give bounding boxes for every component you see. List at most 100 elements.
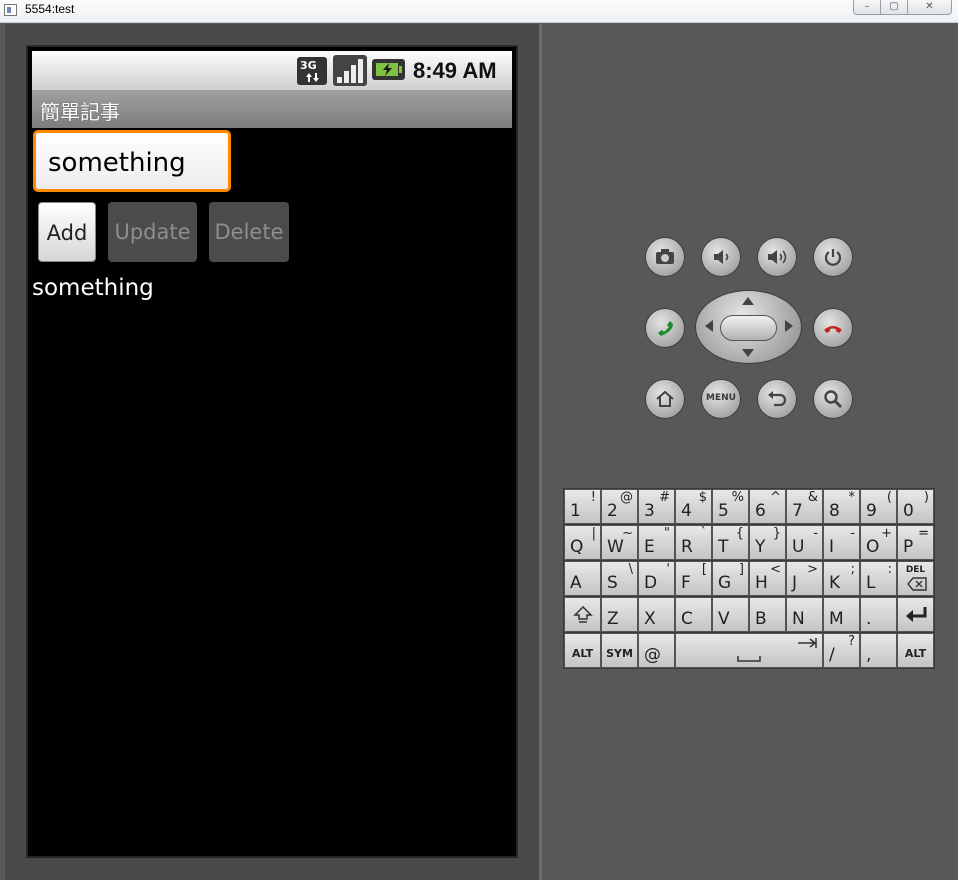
key-0[interactable]: 0) — [897, 489, 934, 524]
key-h[interactable]: H < — [749, 561, 786, 596]
key-4[interactable]: 4 $ — [675, 489, 712, 524]
key-alt-label: ( — [886, 490, 892, 505]
key-label: @ — [644, 645, 661, 665]
power-icon — [824, 249, 842, 266]
camera-icon — [656, 249, 674, 264]
list-item[interactable]: something — [32, 275, 154, 301]
key-sym[interactable]: SYM — [601, 633, 638, 668]
backspace-icon — [907, 577, 927, 591]
key-r[interactable]: R ` — [675, 525, 712, 560]
key-l[interactable]: L: — [860, 561, 897, 596]
key-9[interactable]: 9( — [860, 489, 897, 524]
key-label: P — [903, 537, 914, 557]
key-x[interactable]: X — [638, 597, 675, 632]
power-button[interactable] — [813, 237, 853, 277]
battery-charging-icon — [372, 59, 405, 80]
key-i[interactable]: I- — [823, 525, 860, 560]
minimize-button[interactable]: – — [853, 0, 881, 15]
key-space[interactable] — [675, 633, 823, 668]
volume-up-button[interactable] — [757, 237, 797, 277]
svg-text:3G: 3G — [300, 59, 317, 72]
add-button[interactable]: Add — [38, 202, 96, 262]
del-label: DEL — [905, 565, 926, 575]
key-label: S — [607, 573, 618, 593]
key-comma[interactable]: , — [860, 633, 897, 668]
app-title: 簡單記事 — [40, 100, 120, 124]
key-alt-left[interactable]: ALT — [564, 633, 601, 668]
key-8[interactable]: 8 * — [823, 489, 860, 524]
key-c[interactable]: C — [675, 597, 712, 632]
key-f[interactable]: F[ — [675, 561, 712, 596]
key-g[interactable]: G] — [712, 561, 749, 596]
key-label: X — [644, 609, 656, 629]
key-j[interactable]: J > — [786, 561, 823, 596]
dpad-up-icon[interactable] — [742, 297, 754, 305]
key-alt-label: - — [813, 526, 818, 541]
key-b[interactable]: B — [749, 597, 786, 632]
key-label: M — [829, 609, 844, 629]
shift-icon — [573, 605, 593, 623]
key-label: F — [681, 573, 691, 593]
key-delete[interactable]: DEL — [897, 561, 934, 596]
key-label: / — [829, 645, 835, 665]
note-input[interactable]: something — [33, 130, 231, 192]
key-shift[interactable] — [564, 597, 601, 632]
back-button[interactable] — [757, 379, 797, 419]
key-label: 4 — [681, 501, 692, 521]
key-label: , — [866, 645, 872, 665]
key-v[interactable]: V — [712, 597, 749, 632]
key-o[interactable]: O + — [860, 525, 897, 560]
key-y[interactable]: Y} — [749, 525, 786, 560]
home-button[interactable] — [645, 379, 685, 419]
key-label: R — [681, 537, 693, 557]
menu-button[interactable]: MENU — [701, 379, 741, 419]
key-s[interactable]: S \ — [601, 561, 638, 596]
status-time: 8:49 AM — [413, 58, 497, 83]
key-at[interactable]: @ — [638, 633, 675, 668]
end-call-button[interactable] — [813, 308, 853, 348]
key-alt-label: % — [731, 490, 744, 505]
search-button[interactable] — [813, 379, 853, 419]
key-label: U — [792, 537, 805, 557]
key-z[interactable]: Z — [601, 597, 638, 632]
close-window-button[interactable]: ✕ — [907, 0, 952, 15]
key-period[interactable]: . — [860, 597, 897, 632]
key-q[interactable]: Q | — [564, 525, 601, 560]
call-button[interactable] — [645, 308, 685, 348]
key-k[interactable]: K; — [823, 561, 860, 596]
volume-up-icon — [768, 250, 787, 264]
key-label: 9 — [866, 501, 877, 521]
maximize-button[interactable]: ▢ — [880, 0, 908, 15]
key-m[interactable]: M — [823, 597, 860, 632]
dpad-center-button[interactable] — [720, 315, 777, 341]
key-t[interactable]: T{ — [712, 525, 749, 560]
key-alt-label: | — [591, 526, 596, 541]
volume-down-button[interactable] — [701, 237, 741, 277]
key-w[interactable]: W ~ — [601, 525, 638, 560]
key-d[interactable]: D ' — [638, 561, 675, 596]
key-1[interactable]: 1! — [564, 489, 601, 524]
key-alt-label: ? — [848, 634, 855, 649]
key-slash[interactable]: /? — [823, 633, 860, 668]
dpad-down-icon[interactable] — [742, 349, 754, 357]
camera-button[interactable] — [645, 237, 685, 277]
dpad-left-icon[interactable] — [705, 320, 713, 332]
key-3[interactable]: 3 # — [638, 489, 675, 524]
key-n[interactable]: N — [786, 597, 823, 632]
dpad-right-icon[interactable] — [785, 320, 793, 332]
key-p[interactable]: P = — [897, 525, 934, 560]
update-button[interactable]: Update — [108, 202, 197, 262]
key-7[interactable]: 7 & — [786, 489, 823, 524]
key-a[interactable]: A — [564, 561, 601, 596]
key-alt-label: - — [850, 526, 855, 541]
key-alt-right[interactable]: ALT — [897, 633, 934, 668]
key-e[interactable]: E " — [638, 525, 675, 560]
delete-button[interactable]: Delete — [209, 202, 289, 262]
key-5[interactable]: 5% — [712, 489, 749, 524]
key-6[interactable]: 6 ^ — [749, 489, 786, 524]
key-u[interactable]: U- — [786, 525, 823, 560]
key-enter[interactable] — [897, 597, 934, 632]
key-label: 8 — [829, 501, 840, 521]
key-alt-label: } — [772, 526, 781, 541]
key-2[interactable]: 2 @ — [601, 489, 638, 524]
